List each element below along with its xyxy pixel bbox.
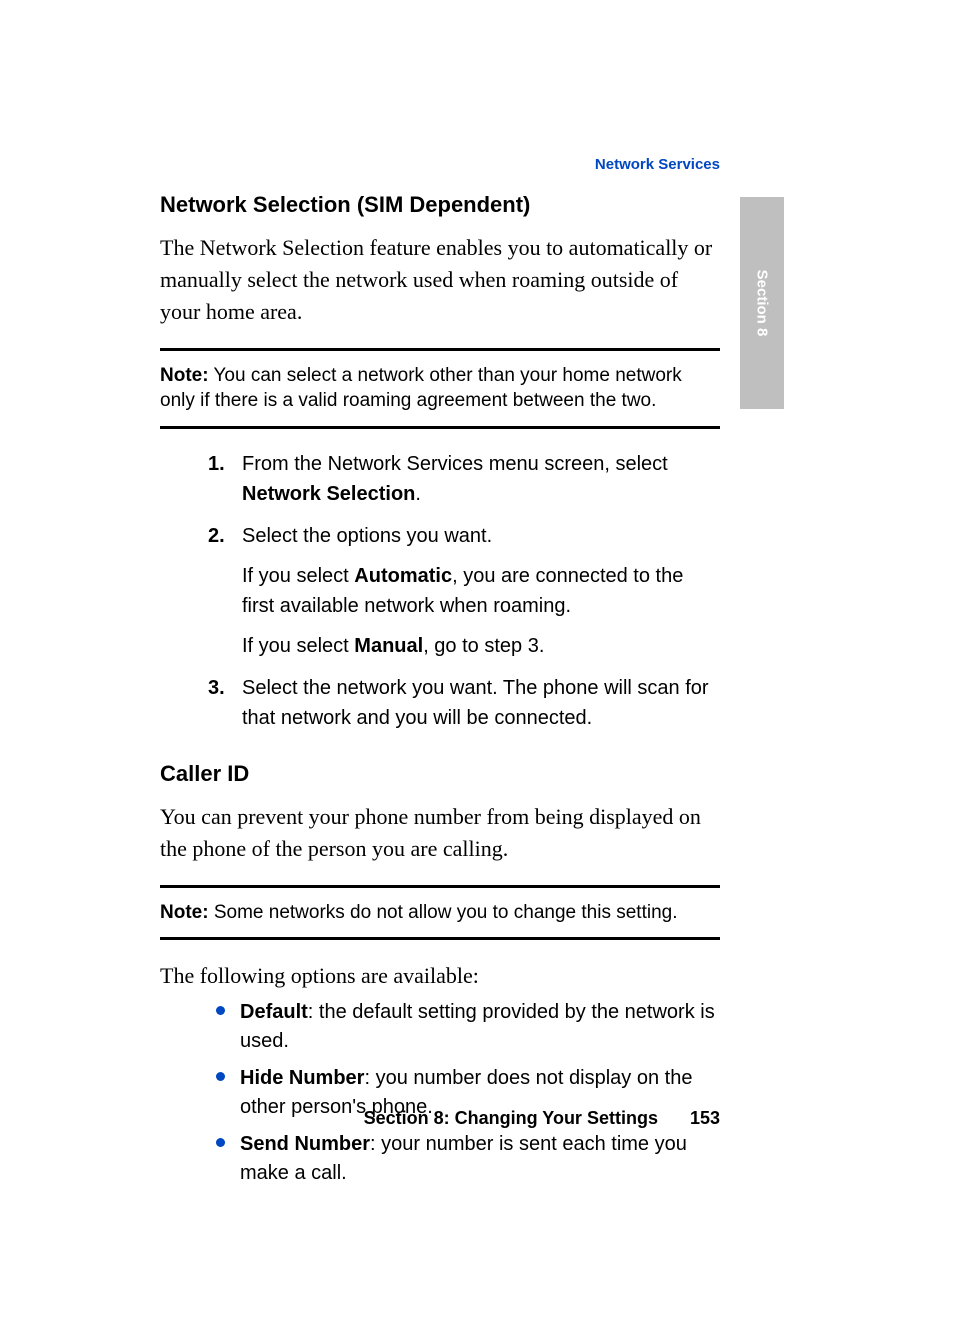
sub-before: If you select bbox=[242, 565, 354, 587]
sub-bold: Automatic bbox=[354, 565, 452, 587]
note-text: You can select a network other than your… bbox=[160, 365, 682, 412]
step-text: From the Network Services menu screen, s… bbox=[242, 453, 668, 475]
sub-bold: Manual bbox=[354, 635, 423, 657]
step-text: Select the network you want. The phone w… bbox=[242, 677, 709, 729]
bullet-icon bbox=[216, 1138, 225, 1147]
heading-network-selection: Network Selection (SIM Dependent) bbox=[160, 192, 720, 218]
page-footer: Section 8: Changing Your Settings 153 bbox=[160, 1108, 720, 1129]
sub-after: , go to step 3. bbox=[423, 635, 544, 657]
bullet-bold: Hide Number bbox=[240, 1067, 364, 1089]
list-item: Default: the default setting provided by… bbox=[160, 998, 720, 1056]
note-label: Note: bbox=[160, 365, 209, 386]
bullet-bold: Default bbox=[240, 1001, 308, 1023]
note-caller-id: Note: Some networks do not allow you to … bbox=[160, 885, 720, 941]
sub-before: If you select bbox=[242, 635, 354, 657]
bullet-bold: Send Number bbox=[240, 1133, 370, 1155]
bullet-icon bbox=[216, 1072, 225, 1081]
step-subtext: If you select Automatic, you are connect… bbox=[242, 561, 720, 621]
note-network-selection: Note: You can select a network other tha… bbox=[160, 348, 720, 429]
step-bold: Network Selection bbox=[242, 483, 415, 505]
footer-section: Section 8: Changing Your Settings bbox=[364, 1108, 658, 1128]
step-item: 3. Select the network you want. The phon… bbox=[160, 673, 720, 733]
page: Network Services Section 8 Network Selec… bbox=[0, 0, 954, 1319]
step-text: Select the options you want. bbox=[242, 525, 492, 547]
step-item: 1. From the Network Services menu screen… bbox=[160, 449, 720, 509]
steps-list: 1. From the Network Services menu screen… bbox=[160, 449, 720, 733]
step-item: 2. Select the options you want. If you s… bbox=[160, 521, 720, 661]
step-text-after: . bbox=[415, 483, 421, 505]
section-tab-label: Section 8 bbox=[754, 270, 771, 337]
note-label: Note: bbox=[160, 902, 209, 923]
step-number: 1. bbox=[208, 449, 225, 479]
bullet-icon bbox=[216, 1006, 225, 1015]
step-subtext: If you select Manual, go to step 3. bbox=[242, 631, 720, 661]
options-intro: The following options are available: bbox=[160, 960, 720, 992]
step-number: 2. bbox=[208, 521, 225, 551]
page-number: 153 bbox=[690, 1108, 720, 1129]
section-tab: Section 8 bbox=[740, 197, 784, 409]
bullet-text: : the default setting provided by the ne… bbox=[240, 1001, 715, 1052]
note-text: Some networks do not allow you to change… bbox=[209, 902, 678, 923]
list-item: Send Number: your number is sent each ti… bbox=[160, 1130, 720, 1188]
step-number: 3. bbox=[208, 673, 225, 703]
bullet-list: Default: the default setting provided by… bbox=[160, 998, 720, 1188]
heading-caller-id: Caller ID bbox=[160, 761, 720, 787]
intro-network-selection: The Network Selection feature enables yo… bbox=[160, 232, 720, 328]
running-header: Network Services bbox=[160, 156, 720, 173]
intro-caller-id: You can prevent your phone number from b… bbox=[160, 801, 720, 865]
page-content: Network Selection (SIM Dependent) The Ne… bbox=[160, 192, 720, 1196]
